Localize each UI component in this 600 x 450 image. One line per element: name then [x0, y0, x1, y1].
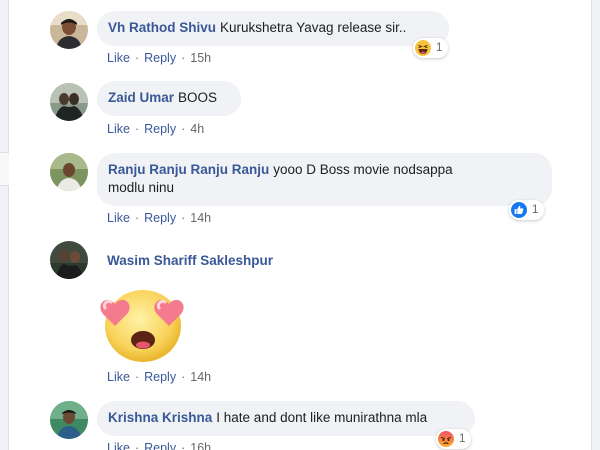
separator-dot: ·	[181, 122, 186, 136]
like-link[interactable]: Like	[107, 211, 130, 225]
avatar[interactable]	[50, 83, 88, 121]
separator-dot: ·	[134, 122, 140, 136]
comment-author[interactable]: Vh Rathod Shivu	[108, 20, 216, 35]
timestamp[interactable]: 4h	[190, 122, 204, 136]
reaction-count[interactable]: 1	[413, 38, 449, 58]
avatar[interactable]	[50, 401, 88, 439]
reply-link[interactable]: Reply	[144, 211, 176, 225]
right-panel-edge	[591, 0, 600, 450]
separator-dot: ·	[134, 370, 140, 384]
reaction-count[interactable]: 1	[436, 429, 472, 449]
reply-link[interactable]: Reply	[144, 370, 176, 384]
comment-actions: Like · Reply · 16h	[107, 441, 211, 450]
like-link[interactable]: Like	[107, 122, 130, 136]
avatar[interactable]	[50, 153, 88, 191]
comment-bubble: Ranju Ranju Ranju Ranju yooo D Boss movie…	[97, 153, 552, 206]
separator-dot: ·	[134, 211, 140, 225]
timestamp[interactable]: 15h	[190, 51, 211, 65]
comment-actions: Like · Reply · 4h	[107, 122, 204, 136]
comment-author[interactable]: Ranju Ranju Ranju Ranju	[108, 162, 269, 177]
separator-dot: ·	[134, 441, 140, 450]
separator-dot: ·	[134, 51, 140, 65]
haha-emoji-icon	[415, 40, 431, 56]
comment-text-line1: yooo D Boss movie nodsappa	[273, 162, 453, 177]
timestamp[interactable]: 14h	[190, 211, 211, 225]
avatar[interactable]	[50, 11, 88, 49]
reaction-count-text: 1	[459, 433, 466, 445]
angry-emoji-icon	[438, 431, 454, 447]
comment-text: Kurukshetra Yavag release sir..	[220, 20, 407, 35]
timestamp[interactable]: 16h	[190, 441, 211, 450]
left-panel-edge	[0, 0, 9, 450]
comment-item: Ranju Ranju Ranju Ranju yooo D Boss movie…	[50, 153, 552, 213]
comment-actions: Like · Reply · 14h	[107, 370, 211, 384]
reaction-count-text: 1	[436, 42, 443, 54]
comment-text-line2: modlu ninu	[108, 180, 175, 195]
like-link[interactable]: Like	[107, 441, 130, 450]
separator-dot: ·	[181, 441, 186, 450]
comment-bubble: Krishna Krishna I hate and dont like muni…	[97, 401, 475, 436]
reply-link[interactable]: Reply	[144, 51, 176, 65]
separator-dot: ·	[181, 51, 186, 65]
comment-author[interactable]: Wasim Shariff Sakleshpur	[107, 253, 273, 268]
reaction-count[interactable]: 1	[509, 200, 545, 220]
separator-dot: ·	[181, 370, 186, 384]
reply-link[interactable]: Reply	[144, 122, 176, 136]
comment-text: BOOS	[178, 90, 218, 105]
like-link[interactable]: Like	[107, 370, 130, 384]
avatar[interactable]	[50, 241, 88, 279]
like-link[interactable]: Like	[107, 51, 130, 65]
comment-actions: Like · Reply · 15h	[107, 51, 211, 65]
heart-eyes-emoji-sticker[interactable]	[97, 282, 189, 364]
comment-bubble: Zaid Umar BOOS	[97, 81, 241, 116]
comment-author[interactable]: Zaid Umar	[108, 90, 174, 105]
timestamp[interactable]: 14h	[190, 370, 211, 384]
comment-bubble: Vh Rathod Shivu Kurukshetra Yavag release…	[97, 11, 449, 46]
reply-link[interactable]: Reply	[144, 441, 176, 450]
reaction-count-text: 1	[532, 204, 539, 216]
comment-text: I hate and dont like munirathna mla	[216, 410, 428, 425]
like-thumbs-up-icon	[511, 202, 527, 218]
left-panel-scroll-marker	[0, 152, 9, 186]
comment-author[interactable]: Krishna Krishna	[108, 410, 212, 425]
comment-actions: Like · Reply · 14h	[107, 211, 211, 225]
separator-dot: ·	[181, 211, 186, 225]
